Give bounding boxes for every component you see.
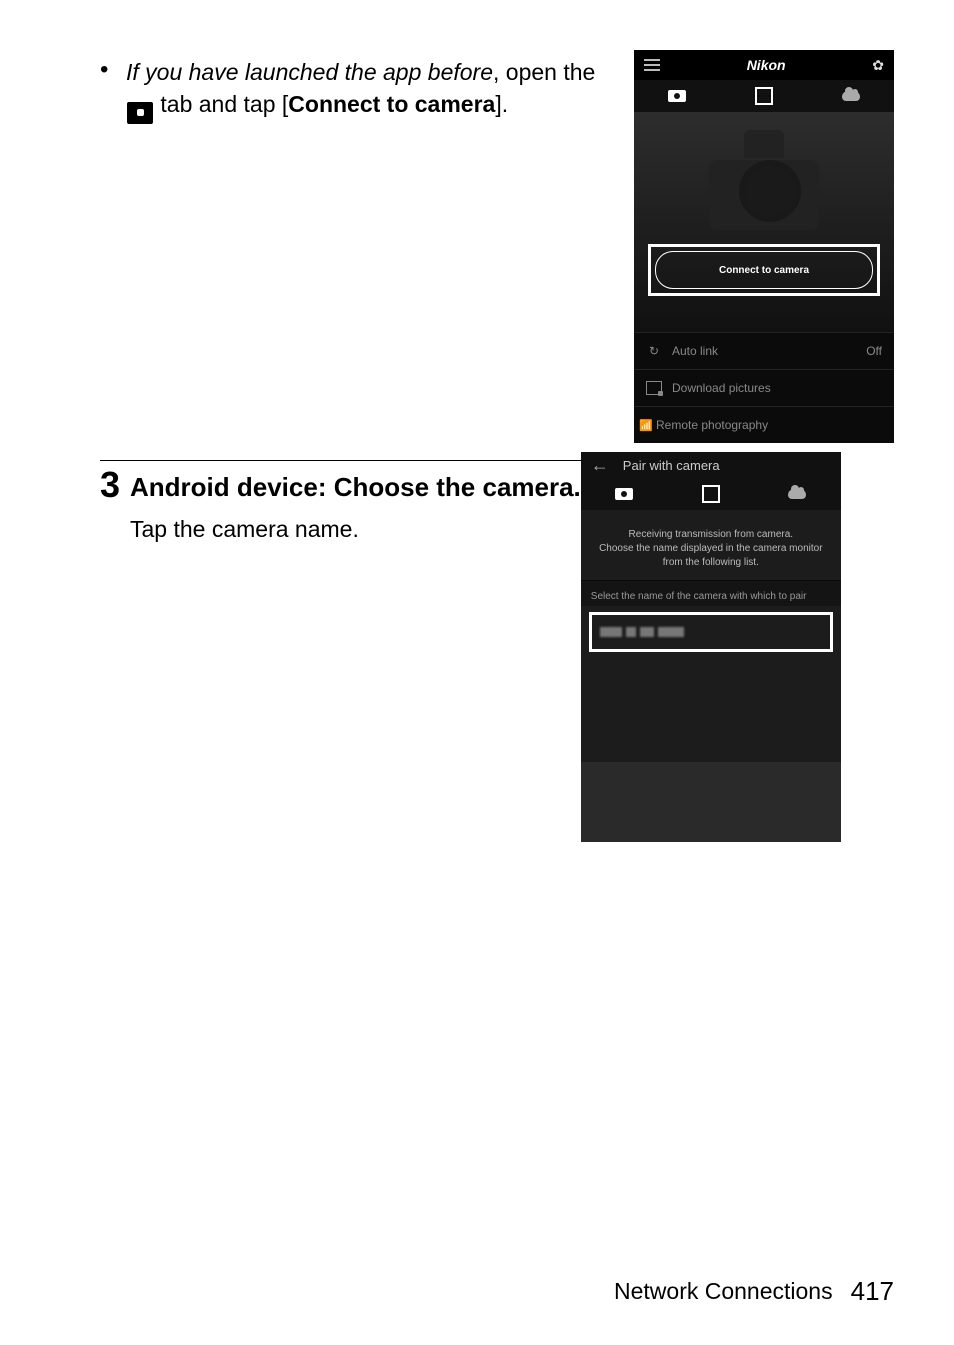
connect-action-bold: Connect to camera xyxy=(288,91,495,117)
tab-camera[interactable] xyxy=(581,478,668,510)
connect-button-label: Connect to camera xyxy=(655,251,873,289)
text-after-icon: tab and tap [ xyxy=(160,91,288,117)
camera-silhouette xyxy=(709,130,819,230)
text-tail: ]. xyxy=(495,91,508,117)
gallery-icon xyxy=(702,485,720,503)
item-value: Off xyxy=(866,344,882,358)
tab-gallery[interactable] xyxy=(721,80,808,112)
gear-icon[interactable]: ✿ xyxy=(872,57,884,74)
cloud-icon xyxy=(842,91,860,101)
footer-section: Network Connections xyxy=(614,1278,833,1305)
camera-icon xyxy=(668,90,686,102)
connect-to-camera-button[interactable]: Connect to camera xyxy=(648,244,880,296)
instruction-text-block: • If you have launched the app before, o… xyxy=(100,50,634,120)
page-footer: Network Connections 417 xyxy=(614,1276,894,1307)
step-3-heading: 3 Android device: Choose the camera. xyxy=(100,460,581,507)
msg-line-3: from the following list. xyxy=(593,556,829,570)
list-item-download-pictures[interactable]: Download pictures xyxy=(634,369,894,406)
item-label: Remote photography xyxy=(656,418,768,432)
app2-subhead: Select the name of the camera with which… xyxy=(581,580,841,606)
bullet-body: If you have launched the app before, ope… xyxy=(126,56,622,120)
camera-tab-icon xyxy=(127,102,153,124)
hamburger-icon[interactable] xyxy=(644,59,660,71)
msg-line-1: Receiving transmission from camera. xyxy=(593,528,829,542)
back-arrow-icon[interactable]: ← xyxy=(591,456,609,474)
step-number: 3 xyxy=(100,467,130,503)
app2-lower-area xyxy=(581,762,841,842)
app2-title: Pair with camera xyxy=(623,458,720,473)
app2-message: Receiving transmission from camera. Choo… xyxy=(581,510,841,580)
footer-page-number: 417 xyxy=(851,1276,894,1307)
pair-camera-item[interactable] xyxy=(589,612,833,652)
app-screenshot-2: ← Pair with camera Receiving transmissio… xyxy=(581,452,841,842)
item-label: Auto link xyxy=(672,344,718,358)
step-body: Tap the camera name. xyxy=(130,513,581,545)
refresh-icon xyxy=(646,344,662,358)
camera-name-redacted xyxy=(600,627,684,637)
msg-line-2: Choose the name displayed in the camera … xyxy=(593,542,829,556)
cloud-icon xyxy=(788,489,806,499)
lead-italic: If you have launched the app before xyxy=(126,59,493,85)
list-item-remote-photography[interactable]: Remote photography xyxy=(634,406,894,443)
tab-camera[interactable] xyxy=(634,80,721,112)
bullet-dot: • xyxy=(100,56,126,120)
tab-cloud[interactable] xyxy=(807,80,894,112)
download-icon xyxy=(646,381,662,395)
app-screenshot-1: Nikon ✿ Connect to camera Auto link O xyxy=(634,50,894,440)
list-item-auto-link[interactable]: Auto link Off xyxy=(634,332,894,369)
gallery-icon xyxy=(755,87,773,105)
item-label: Download pictures xyxy=(672,381,771,395)
tab-cloud[interactable] xyxy=(754,478,841,510)
camera-icon xyxy=(615,488,633,500)
text-after-lead: , open the xyxy=(493,59,595,85)
app-brand: Nikon xyxy=(747,57,786,73)
tab-gallery[interactable] xyxy=(667,478,754,510)
step-title: Android device: Choose the camera. xyxy=(130,471,581,507)
